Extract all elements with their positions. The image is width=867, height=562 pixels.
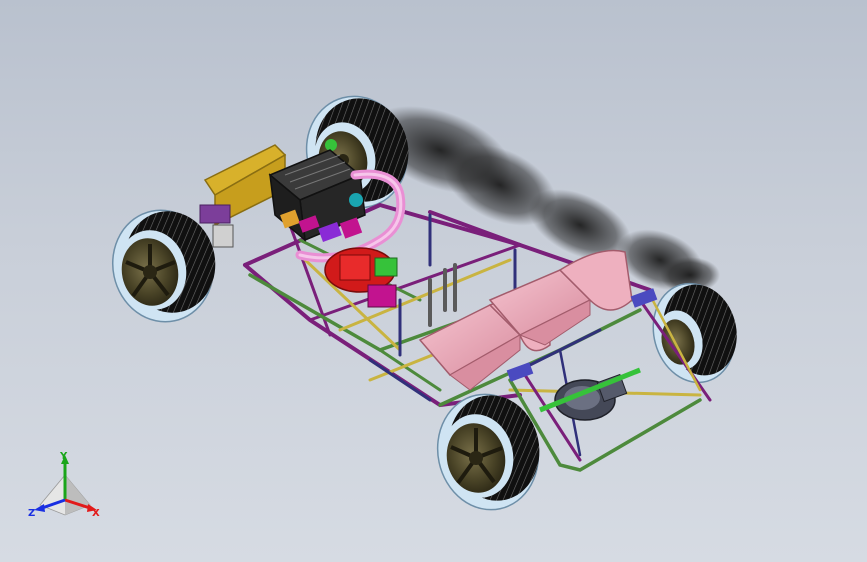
- cad-viewport[interactable]: Y X Z: [0, 0, 867, 562]
- y-axis-label: Y: [59, 451, 68, 462]
- transmission[interactable]: [324, 247, 398, 308]
- model-shadow: [368, 106, 720, 293]
- triad-shade: [65, 475, 90, 515]
- wheel-rear-right[interactable]: [642, 274, 746, 391]
- chassis-3d-model[interactable]: [0, 0, 867, 562]
- x-axis-label: X: [92, 508, 100, 519]
- z-axis-label: Z: [28, 508, 35, 519]
- orientation-triad[interactable]: Y X Z: [20, 450, 110, 525]
